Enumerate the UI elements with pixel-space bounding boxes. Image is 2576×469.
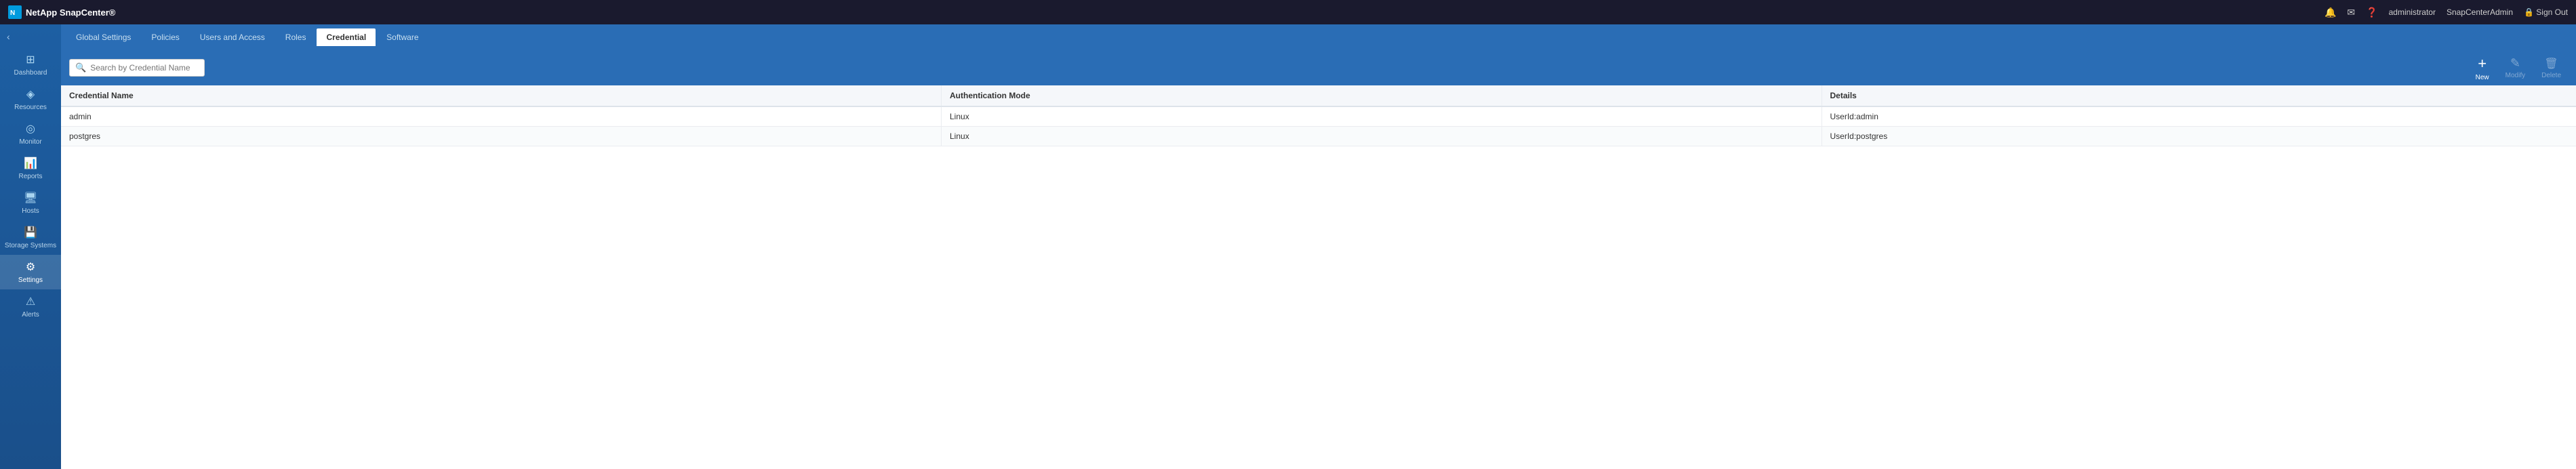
sidebar-label-monitor: Monitor — [19, 138, 41, 146]
sidebar-item-hosts[interactable]: 🖥 Hosts — [0, 186, 61, 220]
toolbar: 🔍 + New ✎ Modify 🗑 Delete — [61, 50, 2576, 85]
header-right: 🔔 ✉ ❓ administrator SnapCenterAdmin 🔒 Si… — [2325, 7, 2568, 18]
toolbar-actions: + New ✎ Modify 🗑 Delete — [2469, 52, 2568, 84]
header-left: N NetApp SnapCenter® — [8, 5, 115, 19]
new-label: New — [2476, 74, 2489, 81]
tab-roles[interactable]: Roles — [276, 28, 316, 46]
app-logo: N NetApp SnapCenter® — [8, 5, 115, 19]
sidebar-item-dashboard[interactable]: ⊞ Dashboard — [0, 47, 61, 82]
cell-auth-mode: Linux — [942, 127, 1822, 146]
sidebar-collapse-button[interactable]: ‹ — [0, 27, 61, 46]
sidebar-item-resources[interactable]: ◈ Resources — [0, 82, 61, 117]
main-layout: ‹ ⊞ Dashboard ◈ Resources ◎ Monitor 📊 Re… — [0, 24, 2576, 469]
modify-button[interactable]: ✎ Modify — [2499, 54, 2532, 82]
search-box[interactable]: 🔍 — [69, 59, 205, 77]
modify-label: Modify — [2505, 72, 2525, 79]
sidebar-item-settings[interactable]: ⚙ Settings — [0, 255, 61, 289]
cell-details: UserId:admin — [1822, 106, 2576, 127]
sidebar-item-reports[interactable]: 📊 Reports — [0, 151, 61, 186]
svg-text:N: N — [10, 9, 15, 17]
mail-icon[interactable]: ✉ — [2347, 7, 2355, 18]
resources-icon: ◈ — [26, 87, 35, 101]
cell-details: UserId:postgres — [1822, 127, 2576, 146]
col-header-details: Details — [1822, 85, 2576, 106]
tenant-label[interactable]: SnapCenterAdmin — [2447, 7, 2513, 17]
user-label[interactable]: administrator — [2389, 7, 2436, 17]
sidebar-label-reports: Reports — [18, 173, 42, 180]
reports-icon: 📊 — [24, 157, 37, 170]
sidebar-item-storage-systems[interactable]: 💾 Storage Systems — [0, 220, 61, 255]
search-icon: 🔍 — [75, 62, 86, 73]
sidebar-label-alerts: Alerts — [22, 311, 39, 319]
app-title: NetApp SnapCenter® — [26, 7, 115, 18]
dashboard-icon: ⊞ — [26, 53, 35, 66]
sidebar-label-storage: Storage Systems — [5, 242, 56, 249]
col-header-cred-name: Credential Name — [61, 85, 942, 106]
tab-policies[interactable]: Policies — [142, 28, 188, 46]
tab-credential[interactable]: Credential — [317, 28, 376, 46]
credential-table-area: Credential Name Authentication Mode Deta… — [61, 85, 2576, 469]
new-button[interactable]: + New — [2469, 52, 2496, 84]
credential-table: Credential Name Authentication Mode Deta… — [61, 85, 2576, 146]
notification-icon[interactable]: 🔔 — [2325, 7, 2336, 18]
table-row[interactable]: postgres Linux UserId:postgres — [61, 127, 2576, 146]
table-body: admin Linux UserId:admin postgres Linux … — [61, 106, 2576, 146]
signout-label[interactable]: 🔒 Sign Out — [2524, 7, 2568, 17]
delete-button[interactable]: 🗑 Delete — [2535, 54, 2568, 82]
tab-global-settings[interactable]: Global Settings — [66, 28, 140, 46]
cell-cred-name: postgres — [61, 127, 942, 146]
sub-navigation: Global Settings Policies Users and Acces… — [61, 24, 2576, 50]
sidebar-label-hosts: Hosts — [22, 207, 39, 215]
new-icon: + — [2478, 55, 2487, 73]
hosts-icon: 🖥 — [24, 191, 37, 205]
alerts-icon: ⚠ — [26, 295, 35, 308]
tab-software[interactable]: Software — [377, 28, 428, 46]
sidebar: ‹ ⊞ Dashboard ◈ Resources ◎ Monitor 📊 Re… — [0, 24, 61, 469]
cell-cred-name: admin — [61, 106, 942, 127]
tab-users-access[interactable]: Users and Access — [190, 28, 275, 46]
collapse-icon: ‹ — [7, 31, 10, 42]
storage-icon: 💾 — [24, 226, 37, 239]
search-input[interactable] — [90, 63, 199, 73]
content-area: Global Settings Policies Users and Acces… — [61, 24, 2576, 469]
monitor-icon: ◎ — [26, 122, 35, 136]
sidebar-item-monitor[interactable]: ◎ Monitor — [0, 117, 61, 151]
sidebar-label-settings: Settings — [18, 277, 43, 284]
top-header: N NetApp SnapCenter® 🔔 ✉ ❓ administrator… — [0, 0, 2576, 24]
table-row[interactable]: admin Linux UserId:admin — [61, 106, 2576, 127]
delete-icon: 🗑 — [2544, 57, 2558, 70]
modify-icon: ✎ — [2510, 56, 2520, 70]
cell-auth-mode: Linux — [942, 106, 1822, 127]
settings-icon: ⚙ — [26, 260, 35, 274]
sidebar-label-resources: Resources — [14, 104, 47, 111]
sidebar-label-dashboard: Dashboard — [14, 69, 47, 77]
help-icon[interactable]: ❓ — [2366, 7, 2377, 18]
sidebar-item-alerts[interactable]: ⚠ Alerts — [0, 289, 61, 324]
col-header-auth-mode: Authentication Mode — [942, 85, 1822, 106]
delete-label: Delete — [2541, 72, 2561, 79]
table-header-row: Credential Name Authentication Mode Deta… — [61, 85, 2576, 106]
